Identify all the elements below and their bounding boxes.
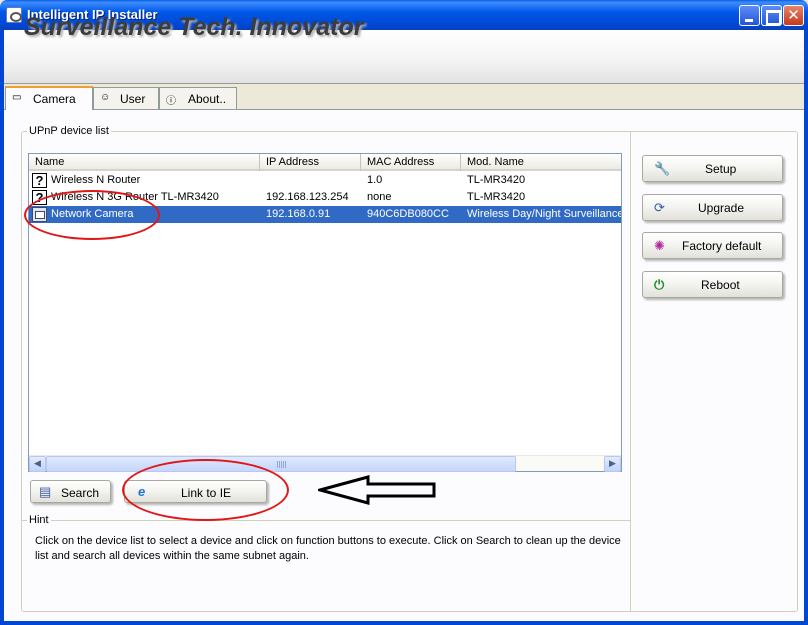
tab-camera[interactable]: ▭ Camera [5, 86, 93, 110]
reboot-button[interactable]: ⏻ Reboot [642, 271, 783, 298]
list-header: Name IP Address MAC Address Mod. Name [29, 154, 621, 171]
column-header-ip[interactable]: IP Address [260, 154, 361, 171]
tab-about[interactable]: ⓘ About.. [159, 87, 237, 109]
column-header-name[interactable]: Name [29, 154, 260, 171]
annotation-arrow-icon [318, 475, 436, 505]
link-to-ie-button[interactable]: e Link to IE [124, 480, 267, 503]
device-ip: 192.168.0.91 [266, 208, 331, 220]
table-row-selected[interactable]: Network Camera 192.168.0.91 940C6DB080CC… [29, 206, 621, 223]
app-icon[interactable] [6, 7, 22, 23]
upnp-group-label: UPnP device list [27, 125, 111, 137]
device-mac: 940C6DB080CC [367, 208, 449, 220]
link-to-ie-label: Link to IE [181, 486, 232, 500]
wrench-icon: 🔧 [654, 161, 671, 176]
device-model: TL-MR3420 [467, 174, 526, 186]
reset-icon: ✺ [654, 238, 665, 253]
tab-label: About.. [188, 92, 227, 106]
device-mac: none [367, 191, 392, 203]
setup-button[interactable]: 🔧 Setup [642, 155, 783, 182]
hint-text: Click on the device list to select a dev… [35, 535, 621, 562]
device-model: Wireless Day/Night Surveillance [467, 208, 621, 220]
divider [22, 520, 630, 521]
tab-label: Camera [33, 92, 76, 106]
search-button[interactable]: ▤ Search [30, 480, 111, 503]
close-icon: ✕ [787, 6, 800, 24]
user-icon: ☺ [100, 92, 111, 103]
banner-text: Surveillance Tech. Innovator [24, 13, 364, 41]
device-list[interactable]: Name IP Address MAC Address Mod. Name ? … [28, 153, 622, 472]
factory-default-label: Factory default [682, 239, 762, 253]
network-camera-icon [32, 207, 47, 222]
scroll-grip-icon [277, 461, 287, 468]
upgrade-icon: ⟳ [654, 200, 665, 215]
device-name: Network Camera [51, 208, 134, 220]
power-icon: ⏻ [654, 277, 665, 292]
search-icon: ▤ [39, 484, 52, 499]
upgrade-label: Upgrade [698, 201, 745, 215]
device-name: Wireless N 3G Router TL-MR3420 [51, 191, 219, 203]
device-ip: 192.168.123.254 [266, 191, 349, 203]
scroll-thumb[interactable] [46, 456, 516, 472]
tab-label: User [120, 92, 146, 106]
internet-explorer-icon: e [138, 484, 146, 499]
unknown-device-icon: ? [32, 190, 47, 205]
horizontal-scrollbar[interactable]: ◀ ▶ [29, 455, 621, 472]
search-label: Search [61, 486, 100, 500]
device-model: TL-MR3420 [467, 191, 526, 203]
column-header-model[interactable]: Mod. Name [461, 154, 621, 171]
camera-icon: ▭ [12, 92, 22, 103]
minimize-button[interactable] [739, 5, 760, 26]
reboot-label: Reboot [701, 278, 740, 292]
close-button[interactable]: ✕ [783, 5, 804, 26]
hint-label: Hint [27, 514, 51, 526]
scroll-left-button[interactable]: ◀ [29, 456, 46, 472]
table-row[interactable]: ? Wireless N 3G Router TL-MR3420 192.168… [29, 189, 621, 206]
device-name: Wireless N Router [51, 174, 141, 186]
maximize-button[interactable] [761, 5, 782, 26]
table-row[interactable]: ? Wireless N Router 1.0 TL-MR3420 [29, 172, 621, 189]
tab-user[interactable]: ☺ User [93, 87, 159, 109]
setup-label: Setup [705, 162, 737, 176]
scroll-right-button[interactable]: ▶ [604, 456, 621, 472]
divider [630, 132, 631, 611]
info-icon: ⓘ [166, 96, 176, 107]
device-mac: 1.0 [367, 174, 383, 186]
factory-default-button[interactable]: ✺ Factory default [642, 232, 783, 259]
unknown-device-icon: ? [32, 173, 47, 188]
column-header-mac[interactable]: MAC Address [361, 154, 461, 171]
upgrade-button[interactable]: ⟳ Upgrade [642, 194, 783, 221]
